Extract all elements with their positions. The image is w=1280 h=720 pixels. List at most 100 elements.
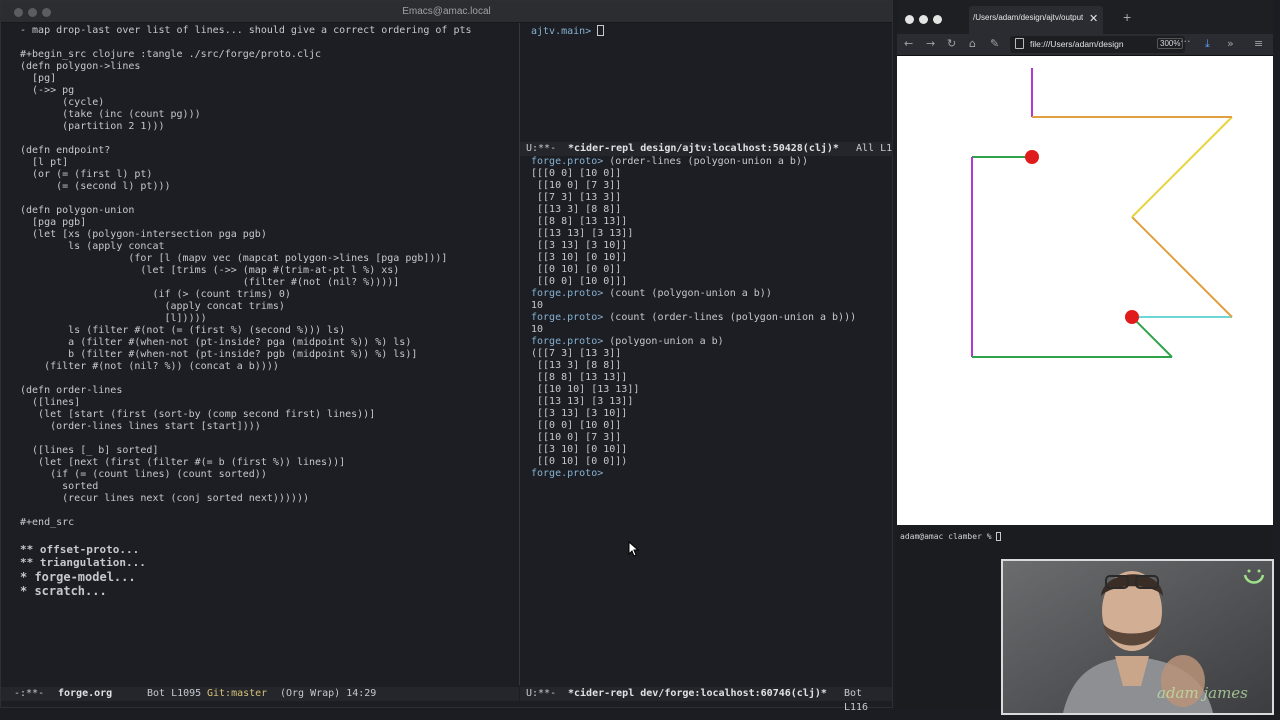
browser-window: /Users/adam/design/ajtv/output/te ✕ + ← … xyxy=(897,0,1273,525)
browser-tab-strip: /Users/adam/design/ajtv/output/te ✕ + xyxy=(897,0,1273,34)
repl-result-line: [[10 10] [13 13]] xyxy=(531,384,640,395)
reload-icon[interactable]: ↻ xyxy=(947,37,956,50)
code-line[interactable]: (= (second l) pt))) xyxy=(20,181,170,193)
code-line[interactable]: ls (apply concat xyxy=(20,241,164,253)
code-line[interactable]: (recur lines next (conj sorted next)))))… xyxy=(20,493,309,505)
code-line[interactable]: (defn endpoint? xyxy=(20,145,110,157)
repl-expression: (count (order-lines (polygon-union a b))… xyxy=(609,312,857,323)
code-line[interactable]: (cycle) xyxy=(20,97,104,109)
overflow-chevron-icon[interactable]: » xyxy=(1227,37,1234,50)
spacer xyxy=(972,117,1032,157)
modeline-buffer-name: *cider-repl dev/forge:localhost:60746(cl… xyxy=(568,688,827,699)
code-line[interactable]: (filter #(not (nil? %)) (concat a b)))) xyxy=(20,361,279,373)
repl-expression: (count (polygon-union a b)) xyxy=(609,288,772,299)
code-line[interactable]: ([lines [_ b] sorted] xyxy=(20,445,158,457)
repl-result-line: [[13 3] [8 8]] xyxy=(531,204,622,215)
code-line[interactable]: (or (= (first l) pt) xyxy=(20,169,152,181)
repl-result-line: [[0 10] [0 0]]) xyxy=(531,456,628,467)
code-line[interactable]: a (filter #(when-not (pt-inside? pga (mi… xyxy=(20,337,411,349)
browser-tab[interactable]: /Users/adam/design/ajtv/output/te ✕ xyxy=(969,6,1103,34)
repl-result-line: 10 xyxy=(531,324,544,335)
repl-result-line: [[10 0] [7 3]] xyxy=(531,432,622,443)
org-heading[interactable]: * scratch... xyxy=(20,585,107,597)
code-line[interactable]: (->> pg xyxy=(20,85,74,97)
repl-prompt: forge.proto> xyxy=(531,336,610,347)
code-line[interactable]: (defn polygon->lines xyxy=(20,61,140,73)
code-line[interactable]: (if (> (count trims) 0) xyxy=(20,289,291,301)
code-line[interactable]: (let [next (first (filter #(= b (first %… xyxy=(20,457,345,469)
code-line[interactable]: [pga pgb] xyxy=(20,217,86,229)
code-line[interactable]: (let [trims (->> (map #(trim-at-pt l %) … xyxy=(20,265,399,277)
org-heading[interactable]: * forge-model... xyxy=(20,571,136,583)
repl-expression: (polygon-union a b) xyxy=(609,336,724,347)
code-line[interactable]: sorted xyxy=(20,481,98,493)
close-window-button[interactable] xyxy=(905,15,914,24)
org-heading[interactable]: ** triangulation... xyxy=(20,557,146,569)
code-line[interactable]: (order-lines lines start [start]))) xyxy=(20,421,261,433)
repl-result-line: [[0 10] [0 0]] xyxy=(531,264,622,275)
code-line[interactable]: (if (= (count lines) (count sorted)) xyxy=(20,469,267,481)
repl-input-line: forge.proto> (count (order-lines (polygo… xyxy=(531,312,856,324)
tab-close-icon[interactable]: ✕ xyxy=(1089,12,1098,25)
code-line[interactable]: (defn order-lines xyxy=(20,385,122,397)
code-line[interactable]: #+begin_src clojure :tangle ./src/forge/… xyxy=(20,49,321,61)
code-line[interactable]: (filter #(not (nil? %))))] xyxy=(20,277,400,289)
browser-toolbar: ← → ↻ ⌂ ✎ file:///Users/adam/design 300%… xyxy=(897,34,1273,56)
modeline-buffer-name: *cider-repl design/ajtv:localhost:50428(… xyxy=(568,143,839,154)
url-bar[interactable]: file:///Users/adam/design 300% xyxy=(1010,36,1185,53)
code-line[interactable]: b (filter #(when-not (pt-inside? pgb (mi… xyxy=(20,349,417,361)
top-repl-modeline: U:**- *cider-repl design/ajtv:localhost:… xyxy=(520,142,893,156)
repl-result-line: [[[0 0] [10 0]] xyxy=(531,168,622,179)
repl-result-line: [[3 10] [0 10]] xyxy=(531,444,628,455)
wrench-icon[interactable]: ✎ xyxy=(990,37,999,50)
top-repl-prompt-line[interactable]: ajtv.main> xyxy=(531,25,605,38)
repl-result-line: [[7 3] [13 3]] xyxy=(531,192,622,203)
code-line[interactable]: (let [start (first (sort-by (comp second… xyxy=(20,409,375,421)
org-buffer-pane[interactable]: - map drop-last over list of lines... sh… xyxy=(1,23,519,685)
code-line[interactable]: [l])))) xyxy=(20,313,206,325)
more-actions-icon[interactable]: ··· xyxy=(1180,35,1191,48)
polygon-edge-yellow xyxy=(1131,116,1233,218)
repl-prompt: forge.proto> xyxy=(531,468,604,479)
modeline-status: U:**- xyxy=(526,143,557,154)
forward-arrow-icon[interactable]: → xyxy=(926,37,935,50)
modeline-position: Bot L1095 xyxy=(147,688,202,699)
download-icon[interactable]: ⤓ xyxy=(1205,37,1210,51)
repl-result-line: [[8 8] [13 13]] xyxy=(531,216,628,227)
code-line[interactable]: (let [xs (polygon-intersection pga pgb) xyxy=(20,229,267,241)
emacs-titlebar: Emacs@amac.local xyxy=(1,1,892,23)
back-arrow-icon[interactable]: ← xyxy=(904,37,913,50)
minimize-window-button[interactable] xyxy=(919,15,928,24)
org-heading[interactable]: ** offset-proto... xyxy=(20,544,139,556)
repl-input-line: forge.proto> (polygon-union a b) xyxy=(531,336,724,348)
intersection-point xyxy=(1125,310,1139,324)
home-icon[interactable]: ⌂ xyxy=(969,37,976,50)
code-line[interactable]: ls (filter #(not (= (first %) (second %)… xyxy=(20,325,345,337)
polygon-edge-green-diagonal xyxy=(1131,316,1173,358)
repl-expression: (order-lines (polygon-union a b)) xyxy=(609,156,808,167)
hamburger-menu-icon[interactable]: ≡ xyxy=(1254,37,1263,50)
code-line[interactable]: #+end_src xyxy=(20,517,74,529)
code-line[interactable]: (take (inc (count pg))) xyxy=(20,109,200,121)
code-line[interactable]: [l pt] xyxy=(20,157,68,169)
code-line[interactable]: (for [l (mapv vec (mapcat polygon->lines… xyxy=(20,253,447,265)
maximize-window-button[interactable] xyxy=(933,15,942,24)
repl-result-line: [[13 13] [3 13]] xyxy=(531,228,634,239)
terminal-prompt-line[interactable]: adam@amac clamber % xyxy=(900,531,1002,543)
repl-result-line: [[3 13] [3 10]] xyxy=(531,240,628,251)
page-icon xyxy=(1015,38,1024,49)
new-tab-plus-icon[interactable]: + xyxy=(1123,9,1131,25)
repl-prompt: forge.proto> xyxy=(531,288,610,299)
modeline-position: All L1 xyxy=(856,143,893,154)
repl-prompt: forge.proto> xyxy=(531,312,610,323)
code-line[interactable]: ([lines] xyxy=(20,397,80,409)
modeline-buffer-name: forge.org xyxy=(58,688,113,699)
code-line[interactable]: (apply concat trims) xyxy=(20,301,284,313)
polygon-edge-orange-lower xyxy=(1131,216,1233,318)
modeline-status: -:**- xyxy=(14,688,45,699)
code-line[interactable]: - map drop-last over list of lines... sh… xyxy=(20,25,472,37)
code-line[interactable]: [pg] xyxy=(20,73,56,85)
repl-pane[interactable]: ajtv.main> U:**- *cider-repl design/ajtv… xyxy=(520,23,893,685)
code-line[interactable]: (defn polygon-union xyxy=(20,205,134,217)
code-line[interactable]: (partition 2 1))) xyxy=(20,121,164,133)
